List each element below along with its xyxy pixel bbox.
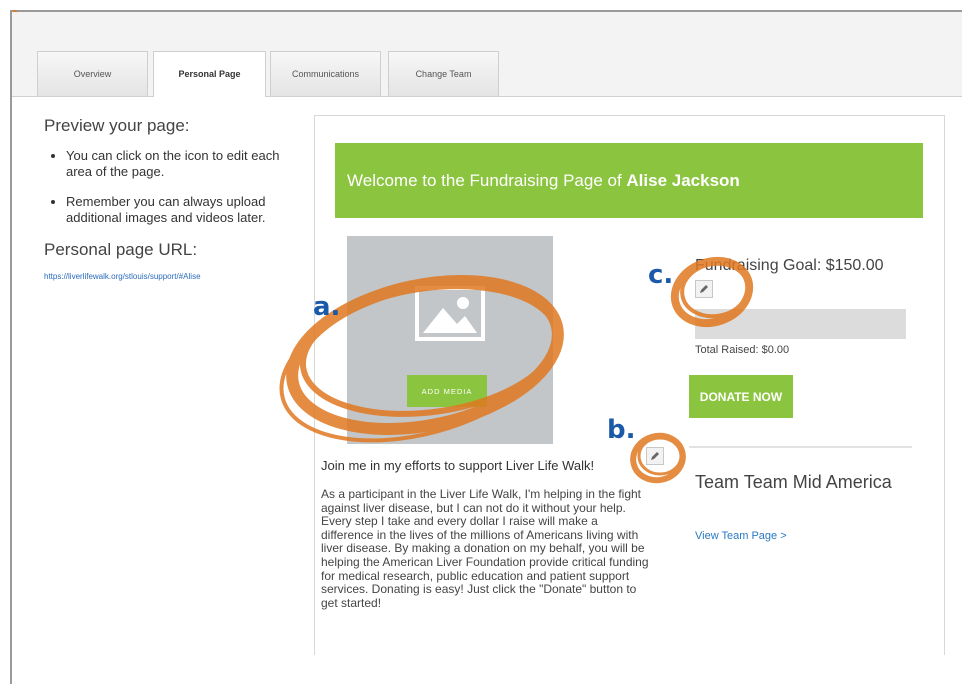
donate-now-button[interactable]: DONATE NOW <box>689 375 793 418</box>
tip-item: You can click on the icon to edit each a… <box>66 148 294 180</box>
fundraising-progress-bar <box>695 309 906 339</box>
callout-a: a. <box>313 292 341 322</box>
view-team-page-link[interactable]: View Team Page > <box>695 530 787 542</box>
tab-change-team[interactable]: Change Team <box>388 51 499 96</box>
edit-goal-button[interactable] <box>695 280 713 298</box>
pencil-icon <box>700 285 708 293</box>
story-title: Join me in my efforts to support Liver L… <box>321 458 595 473</box>
add-media-button[interactable]: ADD MEDIA <box>407 375 487 407</box>
team-name: Team Team Mid America <box>695 472 892 492</box>
callout-c: c. <box>648 260 674 290</box>
pencil-icon <box>651 452 659 460</box>
personal-page-url[interactable]: https://liverlifewalk.org/stlouis/suppor… <box>44 272 201 281</box>
preview-heading: Preview your page: <box>44 116 190 135</box>
page-preview: Welcome to the Fundraising Page of Alise… <box>314 115 945 655</box>
participant-name: Alise Jackson <box>626 171 740 190</box>
tab-communications[interactable]: Communications <box>270 51 381 96</box>
divider <box>689 446 912 448</box>
tab-bar: Overview Personal Page Communications Ch… <box>12 12 962 97</box>
image-icon <box>415 286 485 341</box>
tab-overview[interactable]: Overview <box>37 51 148 96</box>
edit-story-button[interactable] <box>646 447 664 465</box>
banner-prefix: Welcome to the Fundraising Page of <box>347 171 627 190</box>
tab-personal-page[interactable]: Personal Page <box>153 51 266 97</box>
url-heading: Personal page URL: <box>44 240 198 259</box>
welcome-banner: Welcome to the Fundraising Page of Alise… <box>335 143 923 218</box>
fundraising-goal: Fundraising Goal: $150.00 <box>695 257 884 274</box>
total-raised: Total Raised: $0.00 <box>695 344 790 356</box>
story-body: As a participant in the Liver Life Walk,… <box>321 487 649 610</box>
tip-item: Remember you can always upload additiona… <box>66 194 294 226</box>
media-area[interactable]: ADD MEDIA <box>347 236 553 444</box>
left-panel: Preview your page: You can click on the … <box>44 116 294 284</box>
tips-list: You can click on the icon to edit each a… <box>44 148 294 226</box>
callout-b: b. <box>607 415 636 445</box>
